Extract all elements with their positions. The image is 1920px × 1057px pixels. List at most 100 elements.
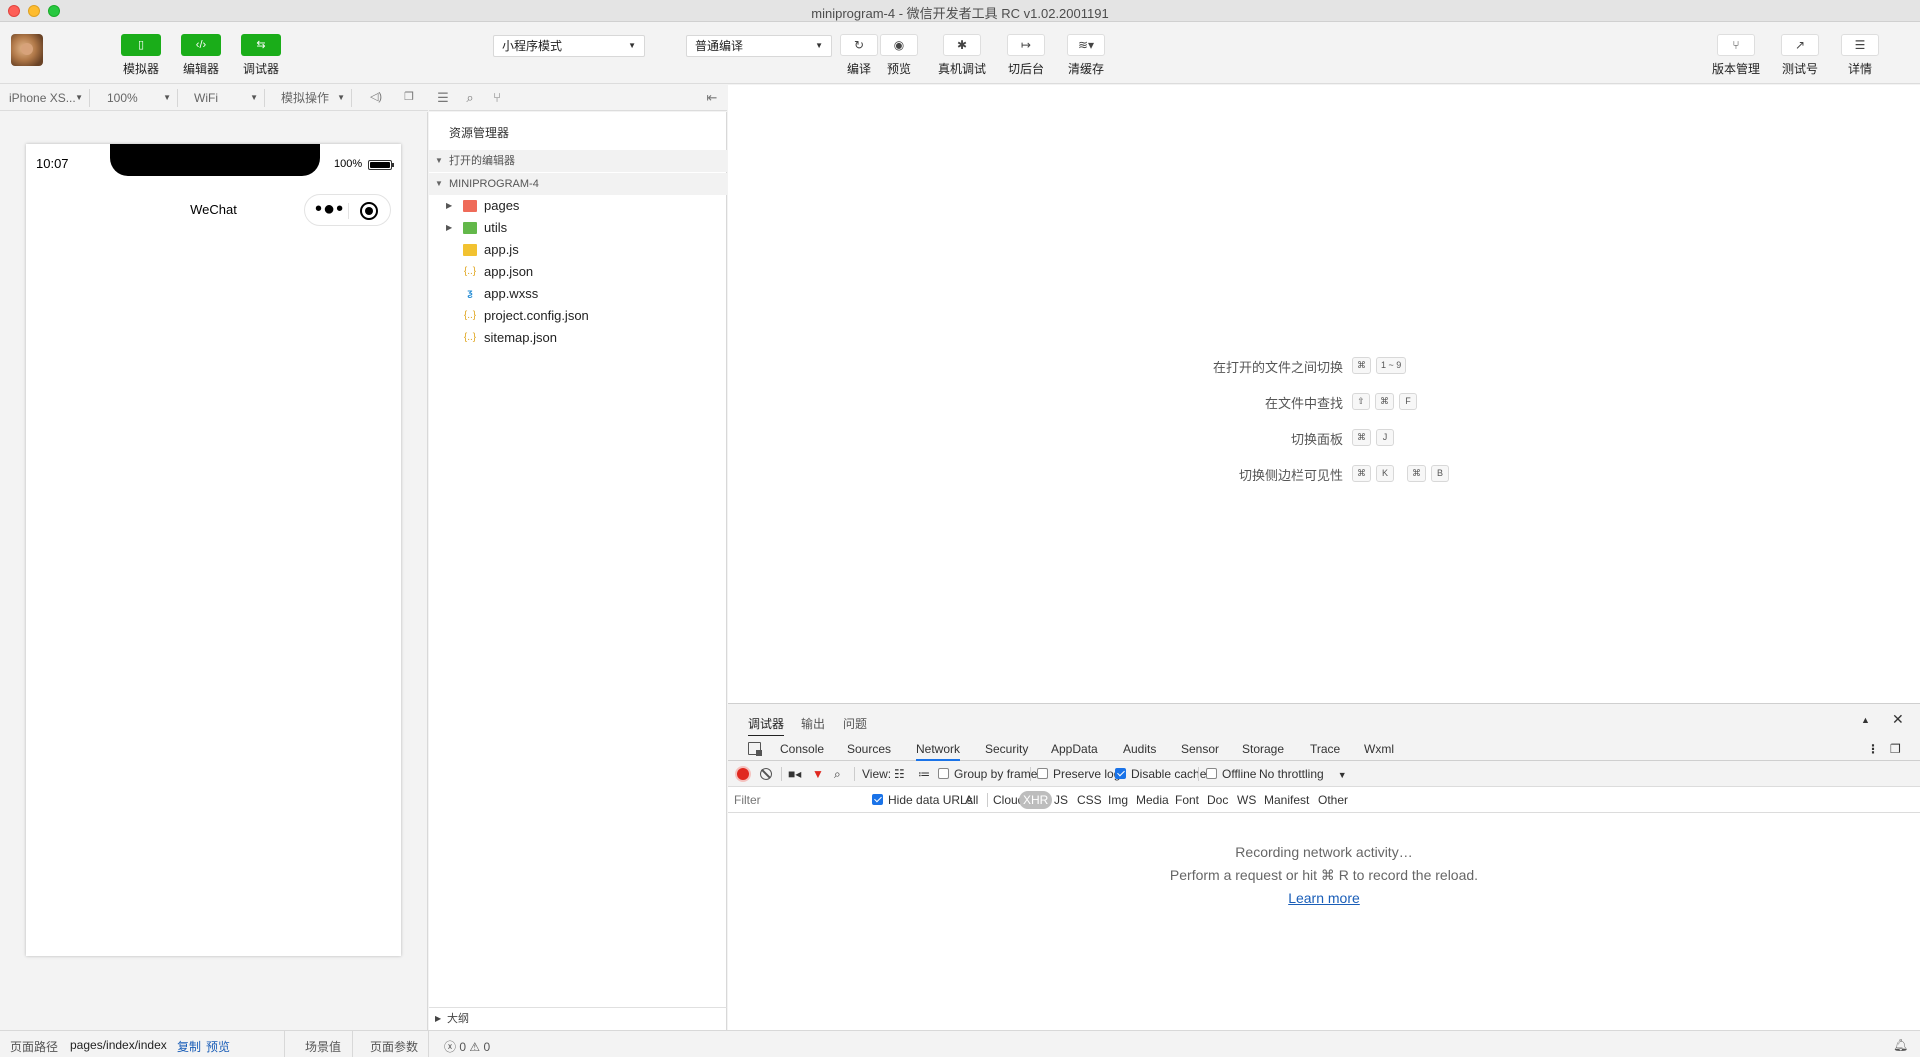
filter-font[interactable]: Font	[1175, 793, 1199, 807]
chevron-down-icon: ▼	[628, 41, 636, 50]
dock-side-icon[interactable]: ❐	[1890, 742, 1901, 756]
page-params-button[interactable]: 页面参数	[370, 1038, 418, 1055]
learn-more-link[interactable]: Learn more	[1288, 890, 1360, 906]
filter-all[interactable]: All	[965, 793, 978, 807]
simulator-label: 模拟器	[122, 62, 159, 76]
project-section[interactable]: ▼ MINIPROGRAM-4	[429, 173, 727, 195]
search-icon[interactable]: ⌕	[834, 767, 841, 782]
group-by-frame-checkbox[interactable]: Group by frame	[938, 767, 1037, 781]
preserve-log-checkbox[interactable]: Preserve log	[1037, 767, 1120, 781]
tab-network[interactable]: Network	[916, 742, 961, 761]
tab-storage[interactable]: Storage	[1242, 742, 1284, 756]
folder-pages[interactable]: ▶ pages	[429, 195, 727, 217]
folder-utils[interactable]: ▶ utils	[429, 217, 727, 239]
close-target-icon[interactable]	[360, 202, 378, 220]
maximize-panel-icon[interactable]: ▲	[1861, 715, 1870, 725]
file-app-js[interactable]: app.js	[429, 239, 727, 261]
clear-cache-label: 清缓存	[1067, 62, 1104, 76]
tab-output[interactable]: 输出	[801, 715, 825, 732]
tab-audits[interactable]: Audits	[1123, 742, 1156, 756]
tab-sources[interactable]: Sources	[847, 742, 891, 756]
volume-icon[interactable]: ◁)	[369, 91, 383, 103]
detach-window-icon[interactable]: ❐	[402, 91, 416, 103]
filter-xhr[interactable]: XHR	[1019, 791, 1053, 809]
file-project-config[interactable]: {..} project.config.json	[429, 305, 727, 327]
real-device-debug-button[interactable]: ✱ 真机调试	[938, 34, 986, 77]
file-sitemap[interactable]: {..} sitemap.json	[429, 327, 727, 349]
large-rows-icon[interactable]: ☷	[894, 767, 905, 781]
offline-checkbox[interactable]: Offline	[1206, 767, 1256, 781]
simulator-toggle[interactable]: ▯ 模拟器	[121, 34, 161, 77]
editor-toggle[interactable]: ‹/› 编辑器	[181, 34, 221, 77]
clear-cache-button[interactable]: ≋▾ 清缓存	[1066, 34, 1106, 77]
filter-img[interactable]: Img	[1108, 793, 1128, 807]
phone-screen[interactable]: 10:07 100% WeChat •●•	[26, 144, 401, 956]
tab-security[interactable]: Security	[985, 742, 1028, 756]
clear-icon[interactable]	[760, 768, 772, 780]
zoom-select[interactable]: 100% ▼	[98, 89, 178, 107]
network-select[interactable]: WiFi ▼	[185, 89, 265, 107]
version-mgmt-label: 版本管理	[1712, 62, 1761, 76]
compile-select[interactable]: 普通编译 ▼	[686, 35, 832, 57]
preview-link[interactable]: 预览	[206, 1038, 230, 1055]
search-icon[interactable]: ⌕	[462, 91, 478, 105]
chevron-down-icon: ▼	[435, 179, 443, 188]
preview-button[interactable]: ◉ 预览	[880, 34, 918, 77]
hide-data-urls-checkbox[interactable]: Hide data URLs	[872, 793, 973, 807]
collapse-sidebar-icon[interactable]: ⇤	[704, 91, 720, 105]
status-time: 10:07	[36, 156, 69, 171]
source-control-icon[interactable]: ⑂	[489, 91, 505, 105]
list-icon[interactable]: ☰	[435, 91, 451, 105]
open-editors-section[interactable]: ▼ 打开的编辑器	[429, 150, 727, 172]
filter-doc[interactable]: Doc	[1207, 793, 1228, 807]
scene-value-button[interactable]: 场景值	[305, 1038, 341, 1055]
file-app-wxss[interactable]: ƺ app.wxss	[429, 283, 727, 305]
background-button[interactable]: ↦ 切后台	[1006, 34, 1046, 77]
test-account-button[interactable]: ↗ 测试号	[1780, 34, 1820, 77]
tab-debugger[interactable]: 调试器	[748, 715, 785, 737]
filter-media[interactable]: Media	[1136, 793, 1169, 807]
details-button[interactable]: ☰ 详情	[1840, 34, 1880, 77]
version-management-button[interactable]: ⑂ 版本管理	[1712, 34, 1760, 77]
user-avatar[interactable]	[11, 34, 43, 66]
copy-link[interactable]: 复制	[177, 1038, 201, 1055]
disable-cache-checkbox[interactable]: Disable cache	[1115, 767, 1206, 781]
tab-appdata[interactable]: AppData	[1051, 742, 1098, 756]
checkbox-icon	[938, 768, 949, 779]
close-panel-icon[interactable]: ✕	[1892, 711, 1904, 728]
notification-bell-icon[interactable]: 🔔︎	[1893, 1038, 1908, 1052]
device-select[interactable]: iPhone XS... ▼	[0, 89, 90, 107]
operation-select[interactable]: 模拟操作 ▼	[272, 89, 352, 107]
tab-sensor[interactable]: Sensor	[1181, 742, 1219, 756]
outline-label: 大纲	[447, 1013, 469, 1025]
error-count-value: 0	[459, 1040, 467, 1054]
filter-ws[interactable]: WS	[1237, 793, 1256, 807]
screenshot-camera-icon[interactable]: ■◂	[788, 767, 801, 781]
record-icon[interactable]	[737, 768, 749, 780]
filter-css[interactable]: CSS	[1077, 793, 1102, 807]
filter-manifest[interactable]: Manifest	[1264, 793, 1309, 807]
throttling-select[interactable]: No throttling ▼	[1259, 767, 1347, 781]
error-count[interactable]: ⓧ 0 ⚠ 0	[444, 1038, 490, 1055]
filter-other[interactable]: Other	[1318, 793, 1348, 807]
shortcut-row: 在打开的文件之间切换 ⌘ 1 ~ 9	[728, 355, 1920, 375]
file-app-json[interactable]: {..} app.json	[429, 261, 727, 283]
outline-section[interactable]: ▶ 大纲	[429, 1007, 727, 1030]
more-vertical-icon[interactable]: ⋮	[1867, 742, 1879, 756]
debugger-toggle[interactable]: ⇆ 调试器	[241, 34, 281, 77]
inspect-element-icon[interactable]	[748, 742, 762, 756]
project-label: MINIPROGRAM-4	[449, 178, 539, 190]
more-dots-icon[interactable]: •●•	[315, 198, 344, 220]
filter-funnel-icon[interactable]: ▼	[812, 767, 824, 781]
mode-select[interactable]: 小程序模式 ▼	[493, 35, 645, 57]
waterfall-icon[interactable]: ≔	[918, 767, 930, 781]
phone-notch	[110, 144, 320, 176]
tab-trace[interactable]: Trace	[1310, 742, 1340, 756]
compile-select-value: 普通编译	[695, 39, 744, 53]
compile-button[interactable]: ↻ 编译	[840, 34, 878, 77]
filter-js[interactable]: JS	[1054, 793, 1068, 807]
checkbox-checked-icon	[872, 794, 883, 805]
tab-problems[interactable]: 问题	[843, 715, 867, 732]
tab-wxml[interactable]: Wxml	[1364, 742, 1394, 756]
tab-console[interactable]: Console	[780, 742, 824, 756]
